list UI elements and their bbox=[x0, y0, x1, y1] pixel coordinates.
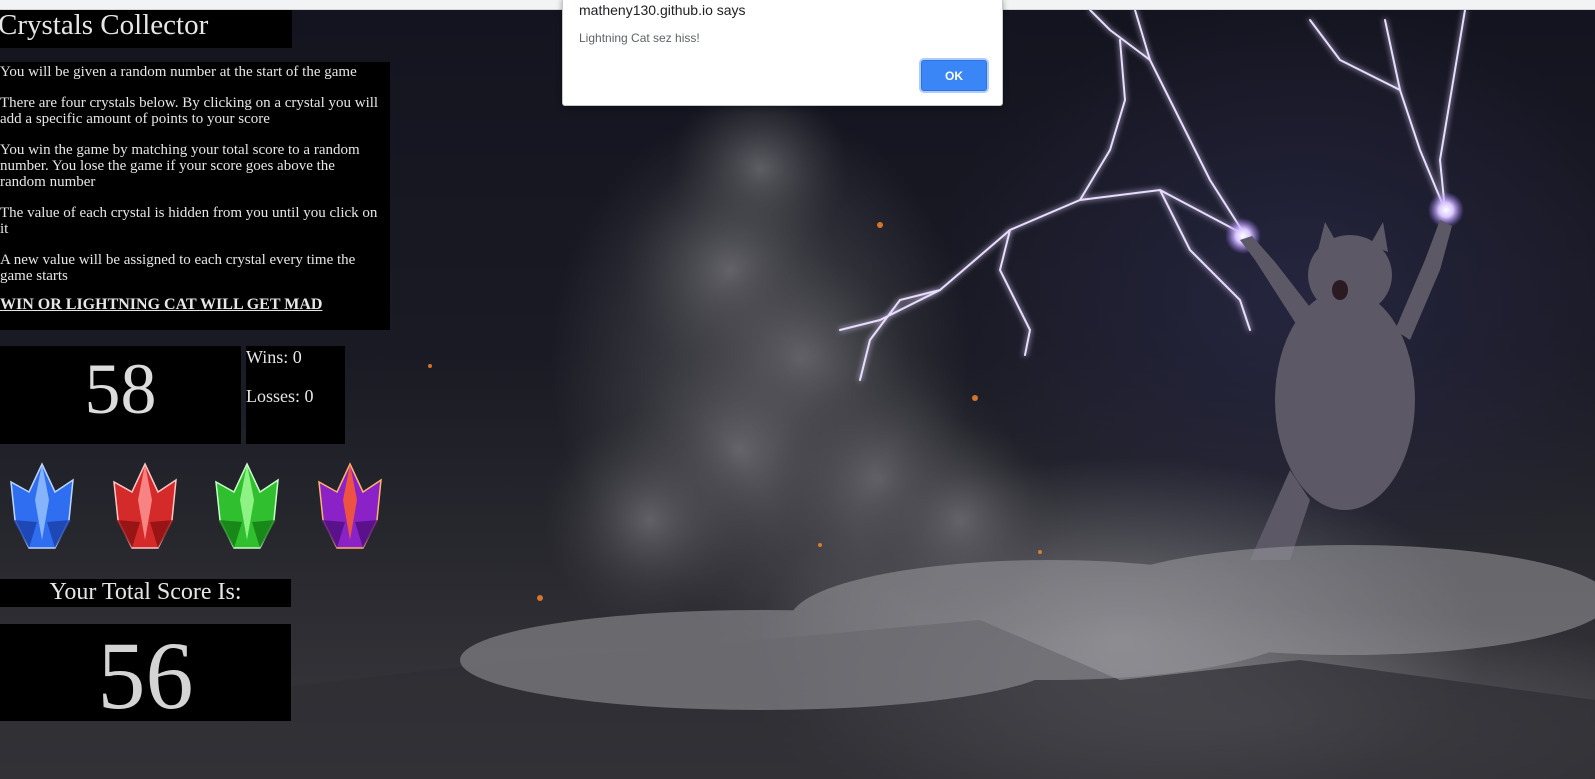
purple-crystal-button[interactable] bbox=[311, 460, 389, 555]
instruction-4: The value of each crystal is hidden from… bbox=[0, 205, 378, 237]
ok-button[interactable]: OK bbox=[921, 60, 987, 91]
purple-crystal-icon bbox=[318, 462, 382, 549]
red-crystal-icon bbox=[113, 462, 177, 549]
target-number: 58 bbox=[84, 349, 157, 429]
total-score: 56 bbox=[97, 622, 194, 729]
score-box: 56 bbox=[0, 624, 291, 726]
losses-counter: Losses: 0 bbox=[246, 386, 314, 406]
blue-crystal-button[interactable] bbox=[3, 460, 81, 555]
instruction-1: You will be given a random number at the… bbox=[0, 64, 357, 80]
warning-text: WIN OR LIGHTNING CAT WILL GET MAD bbox=[0, 296, 323, 313]
wins-counter: Wins: 0 bbox=[246, 347, 302, 367]
instruction-5: A new value will be assigned to each cry… bbox=[0, 252, 356, 284]
green-crystal-button[interactable] bbox=[208, 460, 286, 555]
record-box: Wins: 0 Losses: 0 bbox=[246, 346, 345, 444]
alert-dialog: matheny130.github.io says Lightning Cat … bbox=[562, 0, 1003, 106]
green-crystal-icon bbox=[215, 462, 279, 549]
game-title: Crystals Collector bbox=[0, 9, 209, 41]
instructions-panel: You will be given a random number at the… bbox=[0, 62, 390, 330]
red-crystal-button[interactable] bbox=[106, 460, 184, 555]
instruction-2: There are four crystals below. By clicki… bbox=[0, 95, 379, 127]
blue-crystal-icon bbox=[10, 462, 74, 549]
instruction-3: You win the game by matching your total … bbox=[0, 142, 360, 190]
target-number-box: 58 bbox=[0, 346, 241, 444]
dialog-origin: matheny130.github.io says bbox=[579, 2, 746, 18]
dialog-message: Lightning Cat sez hiss! bbox=[579, 31, 700, 45]
score-label: Your Total Score Is: bbox=[0, 579, 291, 607]
